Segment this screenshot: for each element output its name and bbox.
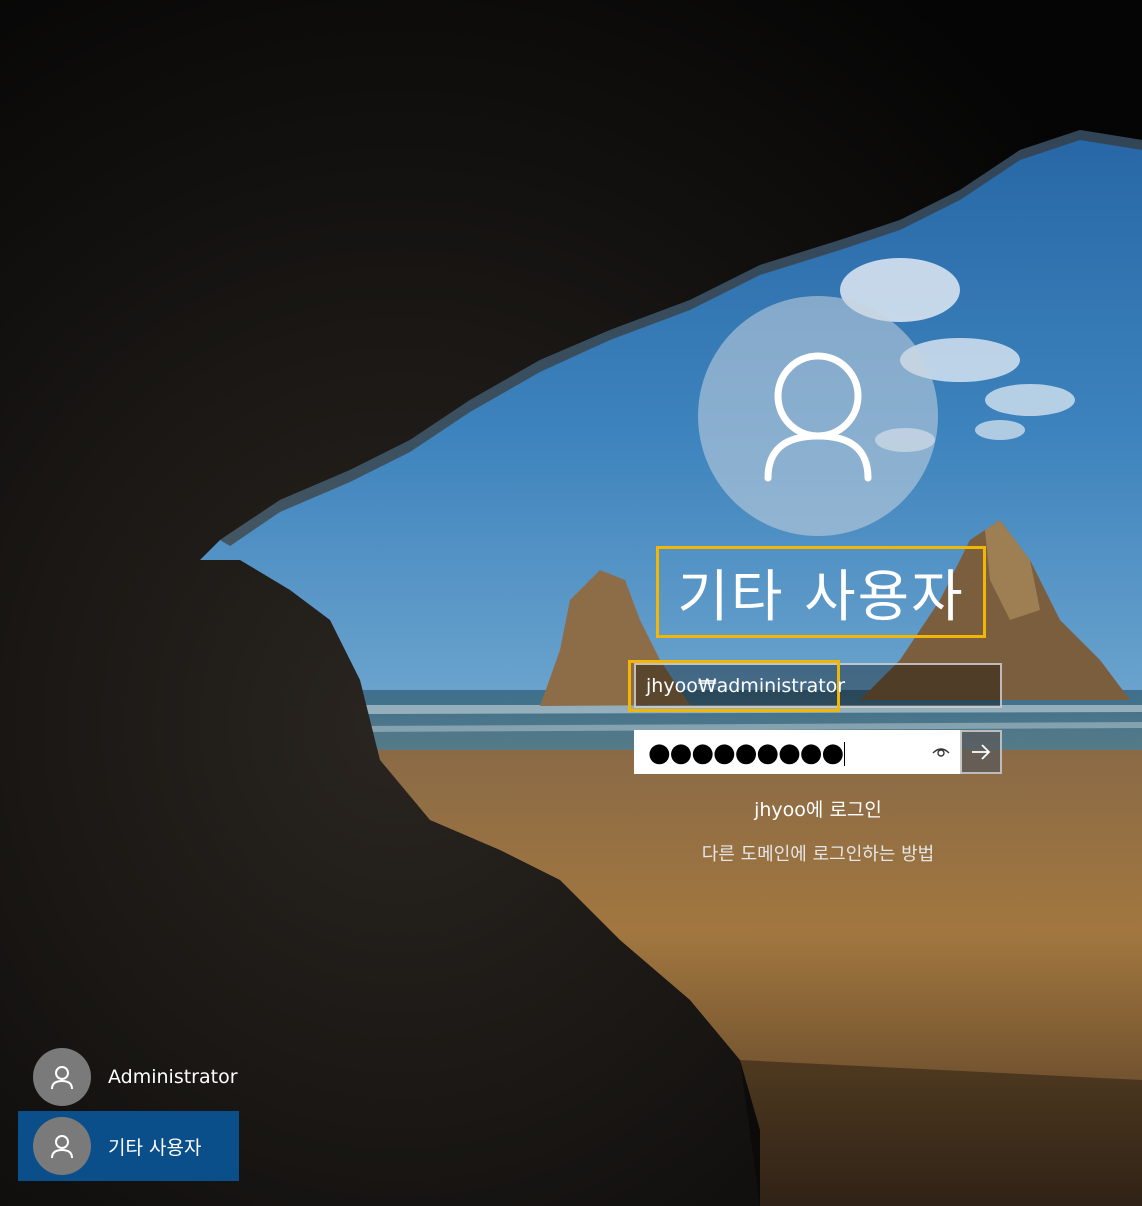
text-caret: [844, 741, 846, 766]
submit-button[interactable]: [960, 730, 1002, 774]
password-mask: ●●●●●●●●●: [648, 738, 844, 768]
user-tile-administrator[interactable]: Administrator: [18, 1042, 239, 1112]
password-value: ●●●●●●●●●: [648, 735, 846, 771]
password-field[interactable]: ●●●●●●●●●: [634, 730, 962, 774]
arrow-right-icon: [972, 744, 991, 760]
user-title: 기타 사용자: [656, 546, 986, 638]
signin-domain-text: jhyoo에 로그인: [754, 799, 882, 821]
avatar: [33, 1117, 91, 1175]
user-tile-label: Administrator: [108, 1066, 238, 1088]
avatar: [33, 1048, 91, 1106]
user-tile-other-user[interactable]: 기타 사용자: [18, 1111, 239, 1181]
username-value: jhyoo₩administrator: [646, 675, 846, 697]
other-domain-link[interactable]: 다른 도메인에 로그인하는 방법: [634, 840, 1002, 866]
user-icon: [51, 1135, 73, 1159]
lock-screen: 기타 사용자 jhyoo₩administrator ●●●●●●●●● jhy…: [0, 0, 1142, 1206]
user-icon: [51, 1066, 73, 1090]
eye-icon[interactable]: [932, 744, 950, 760]
user-icon: [764, 352, 872, 482]
user-tile-label: 기타 사용자: [108, 1136, 202, 1159]
user-avatar-large: [698, 296, 938, 536]
